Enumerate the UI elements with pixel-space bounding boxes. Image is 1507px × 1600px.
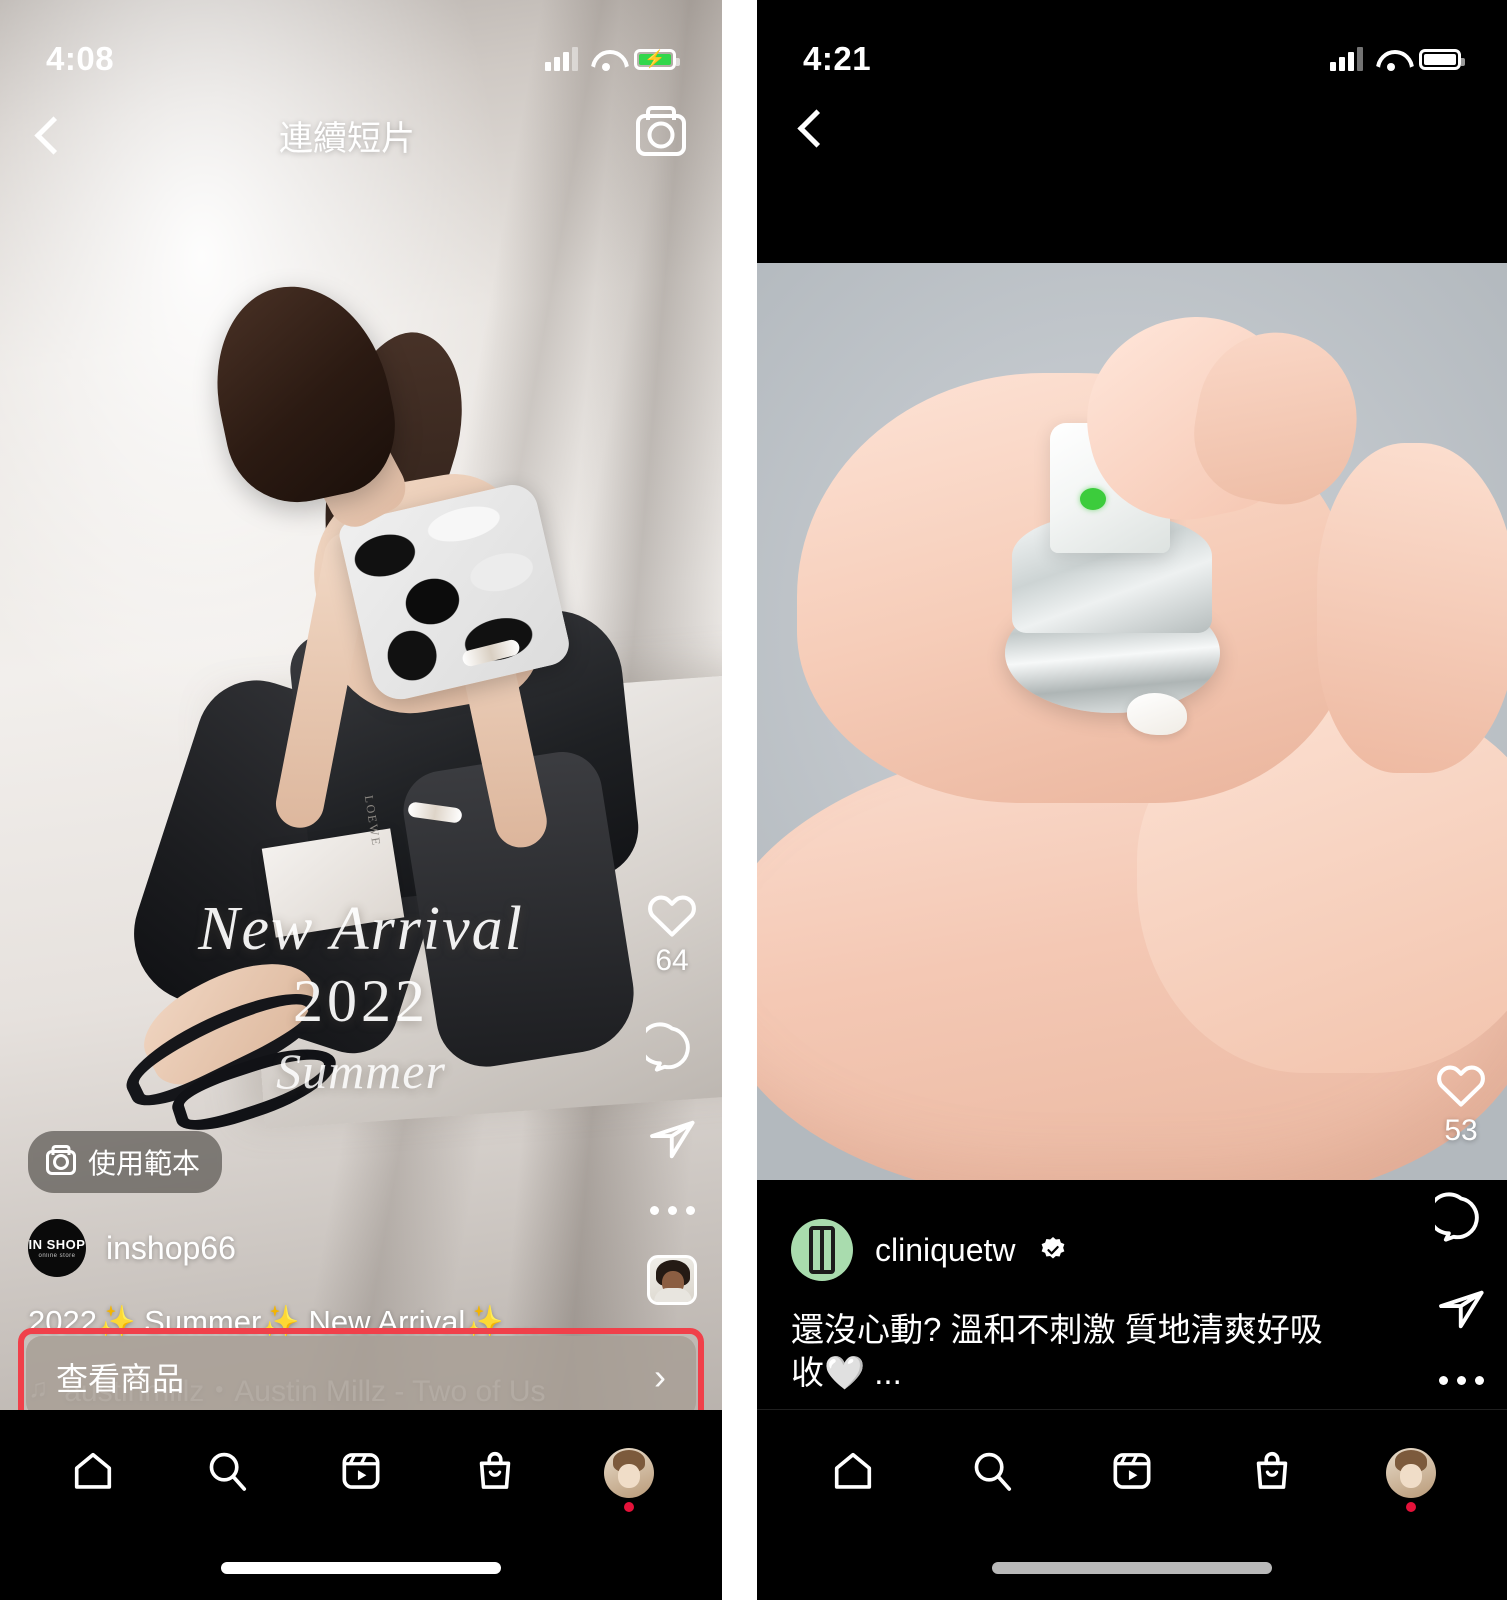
cream-dollop	[1127, 693, 1187, 735]
home-indicator	[221, 1562, 501, 1574]
right-phone-screen: 4:21 53 cliniquetw 還沒心動? 溫和不刺激 質地清爽好吸收🤍 …	[757, 0, 1507, 1600]
nav-home[interactable]	[56, 1436, 130, 1510]
cellular-signal-icon	[545, 47, 578, 71]
avatar-line-1: IN SHOP	[28, 1236, 86, 1252]
camera-icon	[46, 1149, 76, 1175]
home-icon	[70, 1448, 116, 1499]
search-icon	[204, 1448, 250, 1499]
account-row[interactable]: IN SHOP online store inshop66	[28, 1219, 694, 1278]
comparison-screenshot: LOEWE New Arrival 2022 Summer 4:08 ⚡ 連續短…	[0, 0, 1507, 1600]
caption-more[interactable]: ...	[513, 1304, 539, 1339]
wifi-icon	[1376, 48, 1406, 71]
panel-divider	[722, 0, 757, 1600]
right-status-bar: 4:21	[757, 0, 1507, 92]
battery-icon	[1419, 48, 1465, 70]
wifi-icon	[591, 48, 621, 71]
paper-plane-icon	[646, 1114, 698, 1166]
notification-dot	[624, 1502, 634, 1512]
camera-icon[interactable]	[636, 114, 686, 156]
left-action-rail: 64	[646, 890, 698, 1305]
verified-badge-icon	[1038, 1235, 1068, 1265]
nav-home[interactable]	[816, 1436, 890, 1510]
left-phone-screen: LOEWE New Arrival 2022 Summer 4:08 ⚡ 連續短…	[0, 0, 722, 1600]
right-action-rail: 53	[1435, 1060, 1487, 1385]
back-chevron-icon[interactable]	[799, 108, 821, 148]
nav-shop[interactable]	[1235, 1436, 1309, 1510]
profile-avatar	[604, 1448, 654, 1498]
comment-button[interactable]	[646, 1022, 698, 1074]
heart-icon	[1435, 1060, 1487, 1108]
username[interactable]: inshop66	[106, 1230, 236, 1267]
comment-button[interactable]	[1435, 1192, 1487, 1244]
right-reel-info: cliniquetw 還沒心動? 溫和不刺激 質地清爽好吸收🤍 ...	[757, 1219, 1507, 1395]
search-icon	[969, 1448, 1015, 1499]
caption-more[interactable]: ...	[874, 1354, 902, 1391]
nav-reels[interactable]	[1095, 1436, 1169, 1510]
cellular-signal-icon	[1330, 47, 1363, 71]
like-count: 64	[655, 944, 689, 977]
view-products-button[interactable]: 查看商品 ›	[26, 1336, 696, 1418]
status-time: 4:21	[803, 40, 872, 77]
paper-plane-icon	[1435, 1284, 1487, 1336]
share-button[interactable]	[646, 1114, 698, 1166]
notification-dot	[1406, 1502, 1417, 1512]
comment-bubble-icon	[646, 1022, 698, 1074]
nav-profile[interactable]	[1374, 1436, 1448, 1512]
view-products-label: 查看商品	[56, 1361, 185, 1397]
caption[interactable]: 還沒心動? 溫和不刺激 質地清爽好吸收🤍 ...	[791, 1309, 1473, 1395]
bottle-green-marker	[1080, 488, 1106, 510]
comment-bubble-icon	[1435, 1192, 1487, 1244]
nav-shop[interactable]	[458, 1436, 532, 1510]
caption-text: 2022✨ Summer✨ New Arrival✨	[28, 1304, 504, 1340]
status-indicators: ⚡	[545, 47, 680, 71]
page-title: 連續短片	[279, 119, 415, 158]
more-options-button[interactable]	[1438, 1376, 1484, 1385]
like-button[interactable]: 53	[1435, 1060, 1487, 1148]
home-indicator	[992, 1562, 1272, 1574]
chevron-right-icon: ›	[654, 1356, 666, 1397]
status-time: 4:08	[46, 40, 115, 77]
reels-icon	[338, 1448, 384, 1499]
caption-text: 還沒心動? 溫和不刺激 質地清爽好吸收🤍	[791, 1311, 1323, 1392]
use-template-label: 使用範本	[88, 1148, 201, 1180]
use-template-button[interactable]: 使用範本	[28, 1131, 223, 1194]
avatar[interactable]: IN SHOP online store	[28, 1219, 86, 1278]
avatar-line-2: online store	[38, 1252, 76, 1259]
left-status-bar: 4:08 ⚡	[0, 0, 722, 92]
like-button[interactable]: 64	[646, 890, 698, 978]
nav-reels[interactable]	[324, 1436, 398, 1510]
nav-profile[interactable]	[592, 1436, 666, 1512]
view-products-cta-wrap: 查看商品 ›	[0, 1336, 722, 1418]
right-reel-video[interactable]	[757, 263, 1507, 1180]
nav-search[interactable]	[190, 1436, 264, 1510]
status-indicators	[1330, 47, 1465, 71]
left-top-bar: 連續短片	[0, 92, 722, 178]
avatar[interactable]	[791, 1219, 853, 1282]
shop-icon	[472, 1448, 518, 1499]
battery-charging-icon: ⚡	[634, 48, 680, 70]
back-chevron-icon[interactable]	[36, 115, 58, 155]
more-options-icon	[649, 1206, 695, 1215]
home-icon	[830, 1448, 876, 1499]
right-bottom-nav	[757, 1410, 1507, 1600]
username[interactable]: cliniquetw	[875, 1232, 1016, 1269]
profile-avatar	[1386, 1448, 1437, 1498]
heart-icon	[646, 890, 698, 938]
reels-icon	[1109, 1448, 1155, 1499]
nav-search[interactable]	[955, 1436, 1029, 1510]
audio-track-thumbnail[interactable]	[647, 1255, 697, 1305]
more-options-button[interactable]	[649, 1206, 695, 1215]
share-button[interactable]	[1435, 1284, 1487, 1336]
account-row[interactable]: cliniquetw	[791, 1219, 1473, 1282]
right-top-bar	[799, 108, 821, 148]
left-bottom-nav	[0, 1410, 722, 1600]
holding-hand-knuckles	[1317, 443, 1507, 773]
more-options-icon	[1438, 1376, 1484, 1385]
shop-icon	[1249, 1448, 1295, 1499]
like-count: 53	[1444, 1114, 1478, 1147]
